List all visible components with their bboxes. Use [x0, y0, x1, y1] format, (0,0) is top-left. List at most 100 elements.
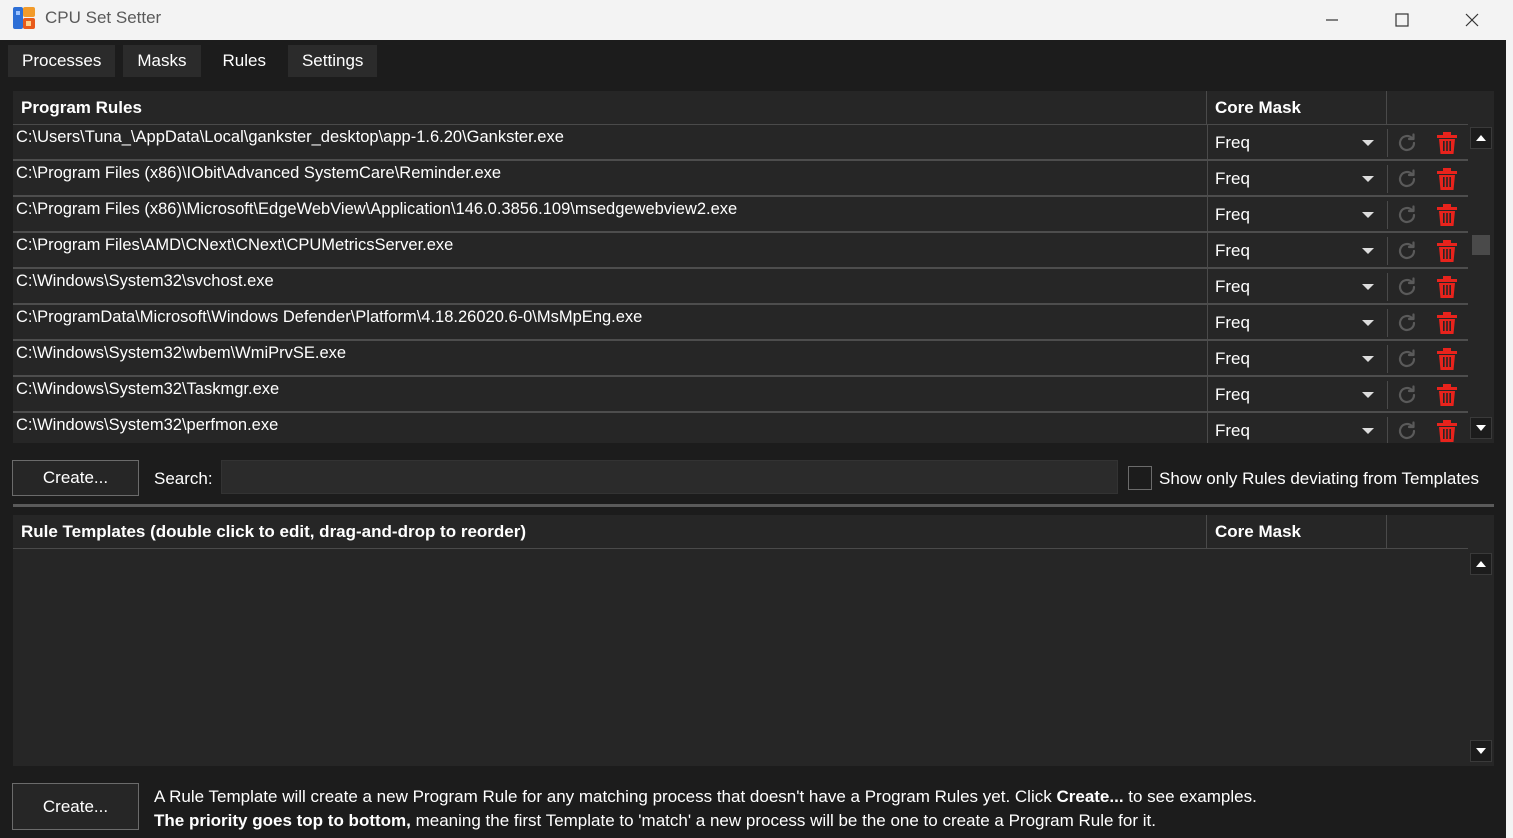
title-bar[interactable]: CPU Set Setter [0, 0, 1507, 40]
maximize-button[interactable] [1367, 0, 1437, 40]
core-mask-dropdown[interactable]: Freq [1207, 125, 1385, 159]
core-mask-dropdown[interactable]: Freq [1207, 161, 1385, 195]
reset-icon [1398, 277, 1415, 296]
delete-button[interactable] [1427, 237, 1467, 265]
reset-icon [1398, 169, 1415, 188]
core-mask-dropdown[interactable]: Freq [1207, 413, 1385, 443]
reset-icon [1398, 241, 1415, 260]
program-rule-row[interactable]: C:\Windows\System32\svchost.exe Freq [13, 269, 1468, 305]
chevron-down-icon [1362, 176, 1374, 182]
trash-icon [1437, 312, 1457, 334]
create-template-button[interactable]: Create... [12, 783, 139, 830]
scroll-thumb[interactable] [1472, 235, 1490, 255]
reset-button[interactable] [1387, 273, 1425, 301]
templates-scroll-up-button[interactable] [1470, 553, 1492, 575]
program-rule-row[interactable]: C:\Program Files\AMD\CNext\CNext\CPUMetr… [13, 233, 1468, 269]
rule-path: C:\Windows\System32\Taskmgr.exe [16, 380, 280, 398]
program-rule-row[interactable]: C:\Program Files (x86)\Microsoft\EdgeWeb… [13, 197, 1468, 233]
tab-processes[interactable]: Processes [8, 45, 116, 77]
deviating-checkbox[interactable] [1128, 466, 1152, 490]
core-mask-header[interactable]: Core Mask [1206, 91, 1386, 125]
chevron-down-icon [1362, 320, 1374, 326]
create-rule-button[interactable]: Create... [12, 460, 139, 496]
reset-button[interactable] [1387, 201, 1425, 229]
scroll-down-button[interactable] [1470, 417, 1492, 439]
templates-core-mask-header[interactable]: Core Mask [1206, 515, 1386, 549]
trash-icon [1437, 132, 1457, 154]
program-rules-scrollbar[interactable] [1468, 125, 1494, 443]
delete-button[interactable] [1427, 165, 1467, 193]
tab-settings[interactable]: Settings [287, 45, 378, 77]
core-mask-dropdown[interactable]: Freq [1207, 269, 1385, 303]
templates-scrollbar[interactable] [1468, 549, 1494, 766]
program-rule-row[interactable]: C:\Users\Tuna_\AppData\Local\gankster_de… [13, 125, 1468, 161]
program-rule-row[interactable]: C:\Windows\System32\Taskmgr.exe Freq [13, 377, 1468, 413]
core-mask-value: Freq [1215, 349, 1250, 368]
splitter[interactable] [13, 504, 1494, 507]
minimize-button[interactable] [1297, 0, 1367, 40]
core-mask-value: Freq [1215, 133, 1250, 152]
program-rules-header[interactable]: Program Rules [13, 91, 1206, 125]
delete-button[interactable] [1427, 129, 1467, 157]
app-window: CPU Set Setter Processes Masks Rules Set… [0, 0, 1507, 838]
reset-button[interactable] [1387, 417, 1425, 443]
trash-icon [1437, 276, 1457, 298]
arrow-up-icon [1476, 135, 1486, 141]
window-edge [1506, 0, 1513, 838]
delete-button[interactable] [1427, 201, 1467, 229]
delete-button[interactable] [1427, 381, 1467, 409]
reset-icon [1398, 385, 1415, 404]
trash-icon [1437, 348, 1457, 370]
trash-icon [1437, 384, 1457, 406]
reset-icon [1398, 205, 1415, 224]
rule-path: C:\Users\Tuna_\AppData\Local\gankster_de… [16, 128, 564, 146]
program-rule-row[interactable]: C:\Windows\System32\wbem\WmiPrvSE.exe Fr… [13, 341, 1468, 377]
reset-button[interactable] [1387, 129, 1425, 157]
chevron-down-icon [1362, 392, 1374, 398]
core-mask-dropdown[interactable]: Freq [1207, 305, 1385, 339]
reset-icon [1398, 349, 1415, 368]
tab-masks[interactable]: Masks [123, 45, 201, 77]
program-rule-row[interactable]: C:\ProgramData\Microsoft\Windows Defende… [13, 305, 1468, 341]
core-mask-dropdown[interactable]: Freq [1207, 197, 1385, 231]
template-info-line-1: A Rule Template will create a new Progra… [154, 787, 1257, 806]
search-input[interactable] [221, 460, 1118, 494]
arrow-down-icon [1476, 425, 1486, 431]
close-icon [1465, 13, 1479, 27]
trash-icon [1437, 168, 1457, 190]
core-mask-value: Freq [1215, 421, 1250, 440]
reset-icon [1398, 313, 1415, 332]
rule-path: C:\Windows\System32\svchost.exe [16, 272, 274, 290]
program-rule-row[interactable]: C:\Program Files (x86)\IObit\Advanced Sy… [13, 161, 1468, 197]
search-label: Search: [154, 469, 213, 488]
reset-button[interactable] [1387, 345, 1425, 373]
arrow-down-icon [1476, 748, 1486, 754]
tab-rules[interactable]: Rules [208, 45, 280, 77]
core-mask-dropdown[interactable]: Freq [1207, 233, 1385, 267]
rule-path: C:\Windows\System32\perfmon.exe [16, 416, 279, 434]
reset-button[interactable] [1387, 309, 1425, 337]
templates-scroll-down-button[interactable] [1470, 740, 1492, 762]
reset-button[interactable] [1387, 237, 1425, 265]
delete-button[interactable] [1427, 417, 1467, 443]
delete-button[interactable] [1427, 273, 1467, 301]
delete-button[interactable] [1427, 345, 1467, 373]
reset-button[interactable] [1387, 165, 1425, 193]
program-rules-grid: Program Rules Core Mask C:\Users\Tuna_\A… [13, 91, 1494, 443]
window-title: CPU Set Setter [45, 8, 162, 27]
tab-bar: Processes Masks Rules Settings [8, 45, 385, 77]
rule-templates-header[interactable]: Rule Templates (double click to edit, dr… [13, 515, 1206, 549]
rule-templates-grid: Rule Templates (double click to edit, dr… [13, 515, 1494, 766]
delete-button[interactable] [1427, 309, 1467, 337]
reset-button[interactable] [1387, 381, 1425, 409]
core-mask-dropdown[interactable]: Freq [1207, 341, 1385, 375]
scroll-up-button[interactable] [1470, 127, 1492, 149]
core-mask-value: Freq [1215, 169, 1250, 188]
maximize-icon [1395, 13, 1409, 27]
deviating-label[interactable]: Show only Rules deviating from Templates [1159, 469, 1479, 489]
program-rule-row[interactable]: C:\Windows\System32\perfmon.exe Freq [13, 413, 1468, 443]
core-mask-value: Freq [1215, 385, 1250, 404]
rule-path: C:\Program Files (x86)\Microsoft\EdgeWeb… [16, 200, 738, 218]
close-button[interactable] [1437, 0, 1507, 40]
core-mask-dropdown[interactable]: Freq [1207, 377, 1385, 411]
